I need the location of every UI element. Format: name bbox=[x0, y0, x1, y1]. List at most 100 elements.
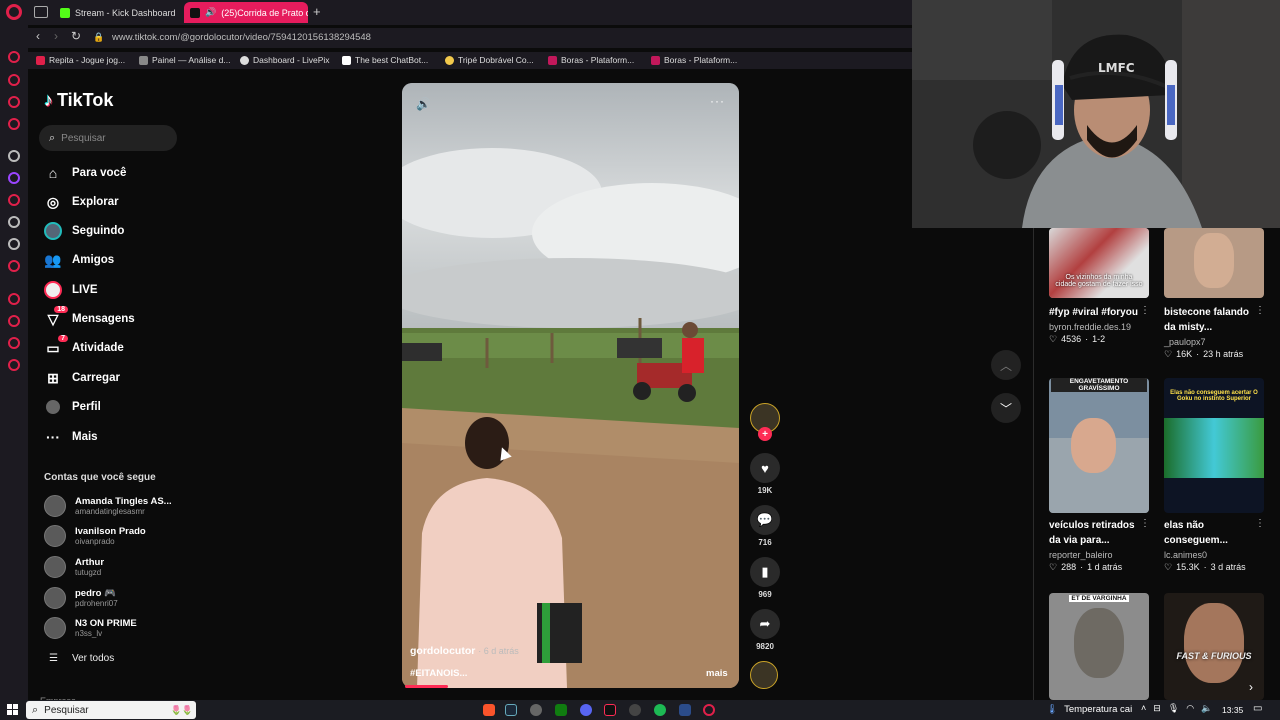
reload-icon[interactable]: ↻ bbox=[71, 29, 81, 43]
volume-icon[interactable]: 🔈 bbox=[1201, 703, 1212, 714]
opera-taskbar-icon[interactable] bbox=[703, 704, 715, 716]
app-taskbar-icon[interactable] bbox=[679, 704, 691, 716]
card-more-icon[interactable]: ⋮ bbox=[1255, 305, 1265, 316]
share-action[interactable]: ➦ 9820 bbox=[750, 609, 780, 651]
aria-icon[interactable] bbox=[8, 51, 20, 63]
sidebar-app-icon[interactable] bbox=[8, 96, 20, 108]
instagram-icon[interactable] bbox=[8, 194, 20, 206]
settings-icon[interactable] bbox=[8, 359, 20, 371]
nav-carregar[interactable]: ⊞ Carregar bbox=[44, 368, 120, 388]
card-title[interactable]: elas não conseguem... bbox=[1164, 518, 1259, 548]
sidebar-app-icon[interactable] bbox=[8, 74, 20, 86]
obs-icon[interactable] bbox=[530, 704, 542, 716]
heart-icon[interactable]: ♥ bbox=[750, 453, 780, 483]
next-video-button[interactable]: ﹀ bbox=[991, 393, 1021, 423]
system-tray[interactable]: ˄ ⊟ 🎙 ◠ 🔈 bbox=[1141, 703, 1212, 714]
following-account[interactable]: pedro 🎮 pdrohenri07 bbox=[44, 585, 118, 611]
discord-icon[interactable] bbox=[580, 704, 592, 716]
previous-video-button[interactable]: ︿ bbox=[991, 350, 1021, 380]
bookmark-3[interactable]: Dashboard - LivePix bbox=[240, 55, 330, 65]
bookmark-2[interactable]: Painel — Análise d... bbox=[139, 55, 230, 65]
xbox-icon[interactable] bbox=[555, 704, 567, 716]
network-icon[interactable]: ⊟ bbox=[1153, 703, 1161, 714]
card-more-icon[interactable]: ⋮ bbox=[1255, 518, 1265, 529]
card-more-icon[interactable]: ⋮ bbox=[1140, 518, 1150, 529]
tab-tiktok-video[interactable]: 🔊 (25)Corrida de Prato d bbox=[184, 2, 308, 23]
comment-icon[interactable]: 💬 bbox=[750, 505, 780, 535]
bookmark-1[interactable]: Repita - Jogue jog... bbox=[36, 55, 125, 65]
save-action[interactable]: ▮ 969 bbox=[750, 557, 780, 599]
tiktok-logo[interactable]: ♪ TikTok bbox=[44, 90, 113, 111]
music-disc-icon[interactable] bbox=[750, 661, 778, 689]
nav-atividade[interactable]: ▭ 7 Atividade bbox=[44, 335, 124, 358]
video-thumbnail[interactable]: ET DE VARGINHA bbox=[1049, 593, 1149, 700]
card-title[interactable]: veículos retirados da via para... bbox=[1049, 518, 1144, 548]
bookmark-7[interactable]: Boras - Plataform... bbox=[651, 55, 737, 65]
taskbar-search-input[interactable]: ⌕ Pesquisar 🌷🌷 bbox=[26, 701, 196, 719]
comment-action[interactable]: 💬 716 bbox=[750, 505, 780, 547]
video-thumbnail[interactable]: Elas não conseguem acertar O Goku no ins… bbox=[1164, 378, 1264, 513]
bookmark-icon[interactable]: ▮ bbox=[750, 557, 780, 587]
url-field[interactable]: www.tiktok.com/@gordolocutor/video/75941… bbox=[112, 32, 371, 43]
search-input[interactable]: ⌕ Pesquisar bbox=[39, 125, 177, 151]
like-action[interactable]: ♥ 19K bbox=[750, 453, 780, 495]
windows-start-icon[interactable] bbox=[7, 704, 18, 715]
video-author[interactable]: gordolocutor · 6 d atrás bbox=[410, 645, 519, 657]
bookmark-5[interactable]: Tripé Dobrável Co... bbox=[445, 55, 534, 65]
video-player[interactable] bbox=[402, 83, 739, 688]
tab-kick-dashboard[interactable]: Stream - Kick Dashboard bbox=[54, 2, 182, 23]
brave-icon[interactable] bbox=[483, 704, 495, 716]
recommended-card[interactable]: veículos retirados da via para... report… bbox=[1049, 518, 1144, 573]
clock[interactable]: 13:35 bbox=[1222, 705, 1243, 715]
recommended-card[interactable]: #fyp #viral #foryou byron.freddie.des.19… bbox=[1049, 305, 1144, 345]
nav-explorar[interactable]: ◎ Explorar bbox=[44, 192, 119, 212]
sidebar-app-icon[interactable] bbox=[8, 337, 20, 349]
notification-icon[interactable]: ▭ bbox=[1253, 703, 1262, 714]
sidebar-app-icon[interactable] bbox=[8, 118, 20, 130]
caption-more-button[interactable]: mais bbox=[706, 668, 728, 679]
video-thumbnail[interactable]: ENGAVETAMENTO GRAVÍSSIMO bbox=[1049, 378, 1149, 513]
history-icon[interactable] bbox=[8, 315, 20, 327]
nav-mais[interactable]: ··· Mais bbox=[44, 427, 98, 447]
author-name[interactable]: gordolocutor bbox=[410, 645, 475, 657]
video-thumbnail[interactable]: Os vizinhos da minha cidade gostam de fa… bbox=[1049, 228, 1149, 298]
card-user[interactable]: _paulopx7 bbox=[1164, 337, 1259, 347]
more-options-icon[interactable]: ··· bbox=[710, 94, 725, 108]
bookmark-6[interactable]: Boras - Plataform... bbox=[548, 55, 634, 65]
tiktok-sidebar-icon[interactable] bbox=[8, 216, 20, 228]
app-taskbar-icon[interactable] bbox=[629, 704, 641, 716]
video-progress-bar[interactable] bbox=[405, 685, 448, 688]
scroll-right-icon[interactable]: › bbox=[1249, 680, 1253, 694]
x-icon[interactable] bbox=[8, 238, 20, 250]
recommended-card[interactable]: bistecone falando da misty... _paulopx7 … bbox=[1164, 305, 1259, 360]
following-account[interactable]: Arthur tutugzd bbox=[44, 554, 104, 580]
share-icon[interactable]: ➦ bbox=[750, 609, 780, 639]
card-user[interactable]: reporter_baleiro bbox=[1049, 550, 1144, 560]
bookmark-4[interactable]: The best ChatBot... bbox=[342, 55, 428, 65]
twitch-icon[interactable] bbox=[8, 172, 20, 184]
steam-icon[interactable] bbox=[505, 704, 517, 716]
tiktok-taskbar-icon[interactable] bbox=[604, 704, 616, 716]
sidebar-app-icon[interactable] bbox=[8, 260, 20, 272]
nav-para-voce[interactable]: ⌂ Para você bbox=[44, 163, 127, 183]
following-account[interactable]: N3 ON PRIME n3ss_lv bbox=[44, 615, 137, 641]
follow-plus-button[interactable]: + bbox=[758, 427, 772, 441]
card-user[interactable]: byron.freddie.des.19 bbox=[1049, 322, 1144, 332]
following-account[interactable]: Amanda Tingles AS... amandatinglesasmr bbox=[44, 493, 172, 519]
volume-icon[interactable]: 🔊 bbox=[416, 97, 431, 111]
video-caption[interactable]: #EITANOIS... bbox=[410, 668, 467, 679]
forward-icon[interactable]: › bbox=[54, 29, 58, 43]
recommended-card[interactable]: elas não conseguem... lc.animes0 ♡ 15.3K ·… bbox=[1164, 518, 1259, 573]
chevron-up-icon[interactable]: ˄ bbox=[1141, 703, 1146, 714]
opera-logo-icon[interactable] bbox=[6, 4, 22, 20]
card-user[interactable]: lc.animes0 bbox=[1164, 550, 1259, 560]
spotify-icon[interactable] bbox=[654, 704, 666, 716]
card-more-icon[interactable]: ⋮ bbox=[1140, 305, 1150, 316]
mic-icon[interactable]: 🎙 bbox=[1168, 703, 1179, 714]
video-thumbnail[interactable] bbox=[1164, 228, 1264, 298]
nav-amigos[interactable]: 👥 Amigos bbox=[44, 250, 114, 270]
nav-seguindo[interactable]: Seguindo bbox=[44, 221, 124, 241]
speaker-icon[interactable]: 🔊 bbox=[205, 7, 216, 18]
weather-widget[interactable]: 🌡 Temperatura cai bbox=[1046, 704, 1132, 715]
following-account[interactable]: Ivanilson Prado oivanprado bbox=[44, 523, 146, 549]
